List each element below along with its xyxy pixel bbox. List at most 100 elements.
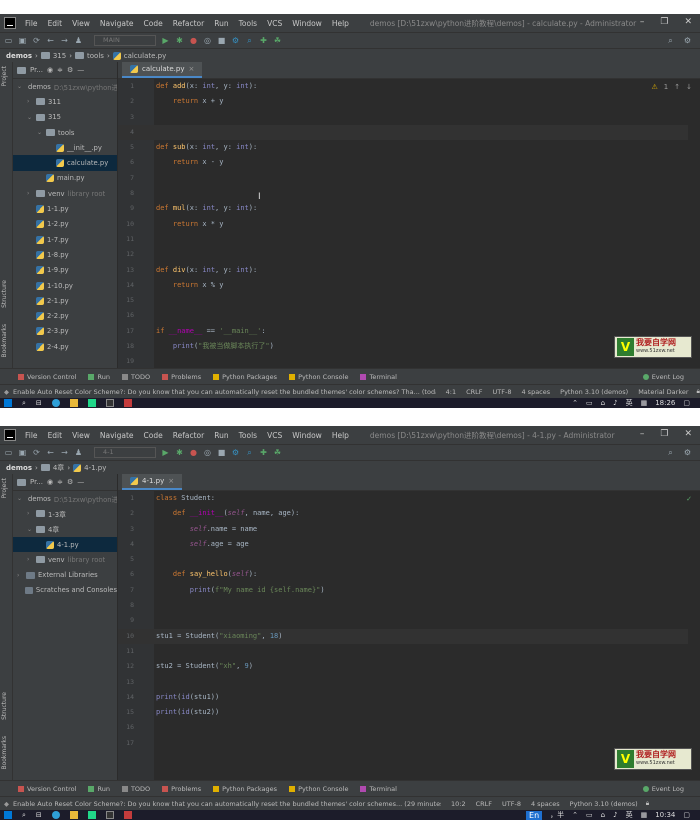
menu-edit[interactable]: Edit (43, 431, 68, 440)
terminal-task-icon[interactable] (105, 399, 114, 407)
breadcrumb-item[interactable]: calculate.py (124, 52, 166, 60)
locate-icon[interactable]: ◉ (47, 66, 53, 74)
menu-file[interactable]: File (20, 431, 43, 440)
ime-extra[interactable]: ，半 (550, 810, 564, 820)
chevron-down-icon[interactable]: ⌄ (37, 129, 43, 136)
stop-icon[interactable]: ● (189, 448, 198, 457)
bug-icon[interactable]: ☘ (273, 36, 282, 45)
sync-icon[interactable]: ⟳ (32, 36, 41, 45)
status-interp[interactable]: Python 3.10 (demos) (560, 388, 628, 396)
vcs-icon[interactable]: ⚙ (231, 36, 240, 45)
taskbar-grid-icon[interactable]: ▦ (641, 399, 648, 407)
minimize-icon[interactable]: – (640, 17, 645, 27)
back-icon[interactable]: ← (46, 448, 55, 457)
close-icon[interactable]: ✕ (684, 429, 692, 439)
status-eol[interactable]: CRLF (466, 388, 482, 396)
stop-square-icon[interactable]: ■ (217, 36, 226, 45)
code-line[interactable]: 11 (118, 232, 688, 247)
menu-tools[interactable]: Tools (234, 19, 262, 28)
editor-tab[interactable]: calculate.py × (122, 62, 203, 78)
tray-up-icon[interactable]: ⌃ (572, 811, 578, 819)
pycharm-task-icon[interactable] (87, 811, 96, 819)
status-eol[interactable]: CRLF (476, 800, 492, 808)
status-interp[interactable]: Python 3.10 (demos) (570, 800, 638, 808)
tree-item[interactable]: › venv library root (13, 552, 117, 567)
menu-window[interactable]: Window (287, 431, 327, 440)
tool-window-run[interactable]: Run (88, 785, 110, 793)
tree-item[interactable]: main.py (13, 171, 117, 186)
code-line[interactable]: 8 (118, 598, 688, 613)
project-tool-button[interactable]: Project (1, 478, 8, 499)
close-tab-icon[interactable]: × (188, 65, 194, 73)
windows-start-icon[interactable] (4, 811, 12, 819)
tree-item[interactable]: calculate.py (13, 155, 117, 171)
menu-help[interactable]: Help (327, 431, 354, 440)
status-pos[interactable]: 4:1 (446, 388, 456, 396)
status-theme[interactable]: Material Darker (638, 388, 688, 396)
status-message[interactable]: Enable Auto Reset Color Scheme?: Do you … (13, 800, 441, 808)
tree-item[interactable]: 1-7.py (13, 232, 117, 247)
clock[interactable]: 10:34 (655, 811, 675, 819)
project-tool-button[interactable]: Project (1, 66, 8, 87)
file-explorer-icon[interactable] (69, 811, 78, 819)
code-line[interactable]: 3 (118, 110, 688, 125)
notifications-icon[interactable]: ▢ (683, 811, 690, 819)
menu-file[interactable]: File (20, 19, 43, 28)
menu-code[interactable]: Code (139, 431, 168, 440)
code-line[interactable]: 17 (118, 736, 688, 751)
save-icon[interactable]: ▣ (18, 36, 27, 45)
maximize-icon[interactable]: ❐ (660, 17, 668, 27)
pycharm-task-icon[interactable] (87, 399, 96, 407)
code-line[interactable]: 5 (118, 552, 688, 567)
tree-item[interactable]: ⌄ demos D:\51zxw\python进 (13, 79, 117, 94)
tray-app-icon[interactable]: ▭ (586, 811, 593, 819)
tool-window-terminal[interactable]: Terminal (360, 373, 397, 381)
gear-icon[interactable]: ⚙ (683, 448, 692, 457)
run-icon[interactable]: ▶ (161, 36, 170, 45)
tool-window-python-packages[interactable]: Python Packages (213, 785, 277, 793)
project-view-select[interactable]: Pr... (30, 478, 43, 486)
menu-navigate[interactable]: Navigate (95, 19, 139, 28)
error-stripe[interactable] (694, 79, 700, 368)
collapse-icon[interactable]: ≑ (57, 478, 63, 486)
event-log-button[interactable]: Event Log (642, 373, 684, 381)
code-line[interactable]: 5 def sub(x: int, y: int): (118, 140, 688, 155)
edge-icon[interactable] (51, 811, 60, 819)
plugin-icon[interactable]: ✚ (259, 448, 268, 457)
breadcrumb-item[interactable]: 4章 (53, 463, 64, 473)
code-line[interactable]: 13 def div(x: int, y: int): (118, 263, 688, 278)
menu-tools[interactable]: Tools (234, 431, 262, 440)
coverage-icon[interactable]: ◎ (203, 36, 212, 45)
close-tab-icon[interactable]: × (168, 477, 174, 485)
code-line[interactable]: 11 (118, 644, 688, 659)
tree-item[interactable]: › External Libraries (13, 567, 117, 582)
network-icon[interactable]: ⌂ (601, 811, 605, 819)
tool-window-problems[interactable]: Problems (162, 785, 201, 793)
task-view-icon[interactable]: ⊟ (36, 399, 42, 407)
tree-item[interactable]: › venv library root (13, 186, 117, 201)
code-line[interactable]: 3 self.name = name (118, 522, 688, 537)
recorder-task-icon[interactable] (123, 811, 132, 819)
ime-box[interactable]: En (526, 810, 543, 820)
taskbar-grid-icon[interactable]: ▦ (641, 811, 648, 819)
structure-tool-button[interactable]: Structure (1, 280, 8, 308)
code-line[interactable]: 12 stu2 = Student("xh", 9) (118, 659, 688, 674)
volume-icon[interactable]: ♪ (613, 811, 617, 819)
menu-view[interactable]: View (67, 19, 95, 28)
run-config-select[interactable]: MAIN (94, 35, 156, 46)
tree-item[interactable]: › 1-3章 (13, 506, 117, 521)
menu-refactor[interactable]: Refactor (168, 431, 209, 440)
network-icon[interactable]: ⌂ (601, 399, 605, 407)
recorder-task-icon[interactable] (123, 399, 132, 407)
stop-icon[interactable]: ● (189, 36, 198, 45)
locate-icon[interactable]: ◉ (47, 478, 53, 486)
panel-gear-icon[interactable]: ⚙ (67, 66, 73, 74)
notifications-icon[interactable]: ▢ (683, 399, 690, 407)
code-line[interactable]: 18 print("我被当做脚本执行了") (118, 339, 688, 354)
search-everywhere-icon[interactable]: ⌕ (666, 36, 675, 45)
file-explorer-icon[interactable] (69, 399, 78, 407)
ime-indicator[interactable]: 英 (626, 810, 633, 820)
chevron-right-icon[interactable]: › (27, 556, 33, 563)
code-line[interactable]: 6 return x - y (118, 155, 688, 170)
user-icon[interactable]: ♟ (74, 36, 83, 45)
